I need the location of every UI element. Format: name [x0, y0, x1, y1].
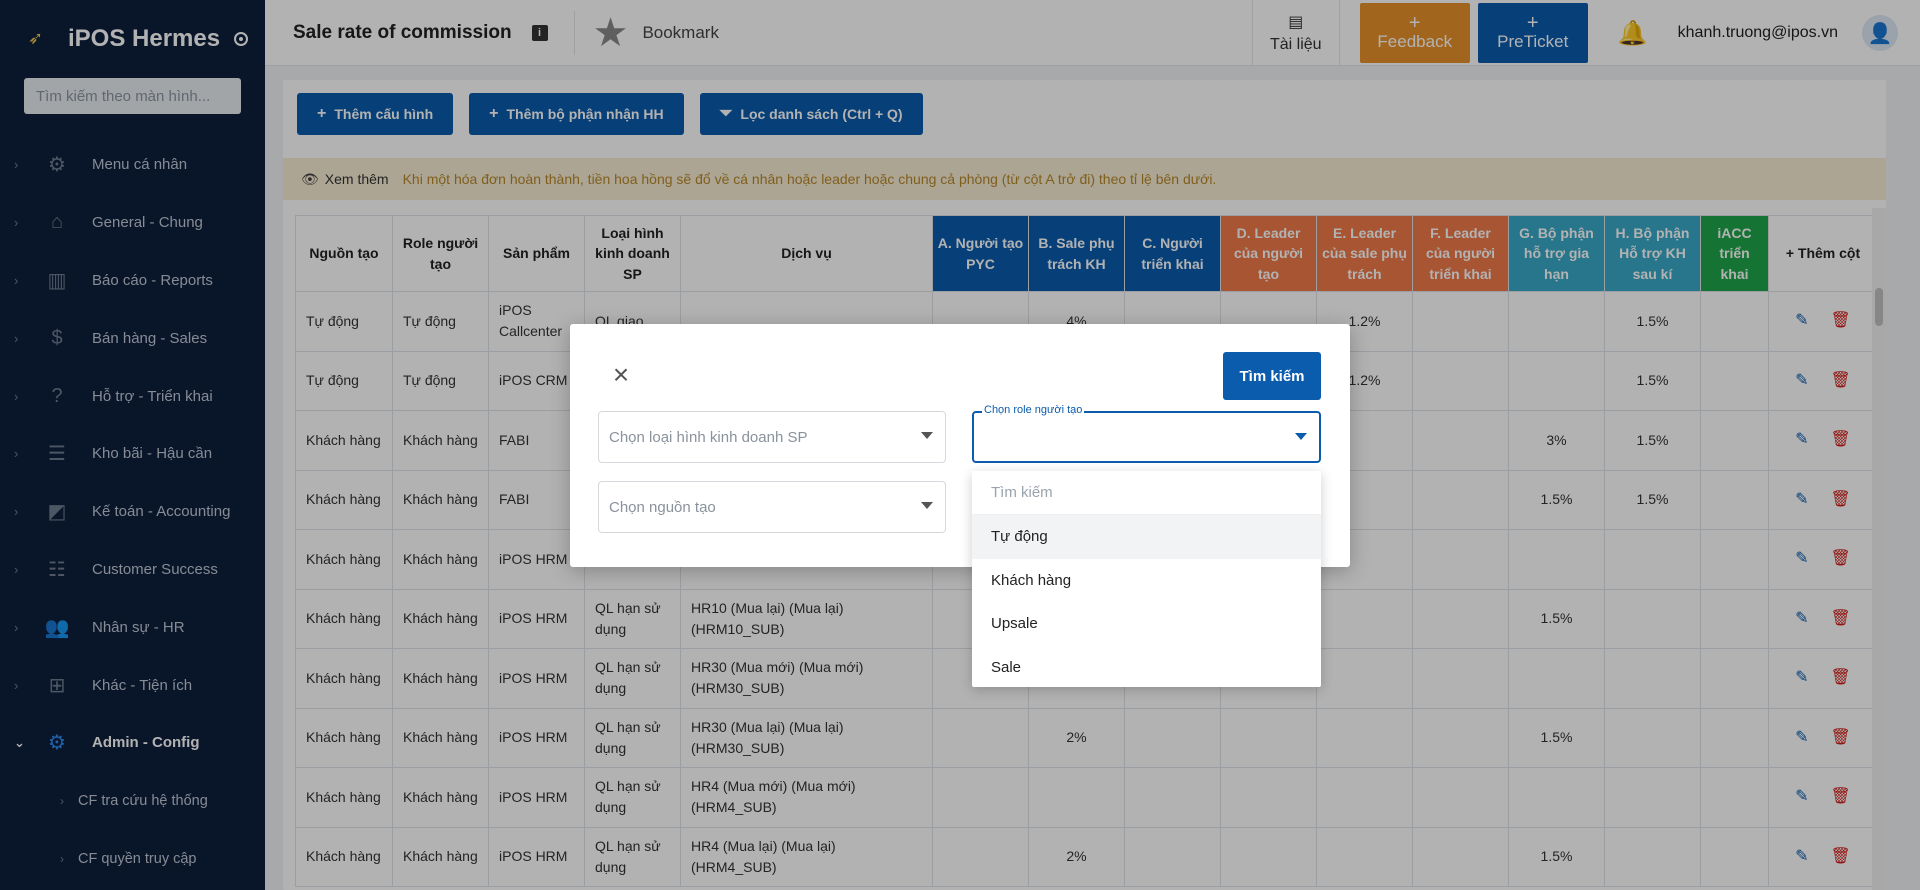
role-select[interactable]: Chọn role người tạo: [972, 404, 1321, 463]
role-select-label: Chọn role người tạo: [982, 404, 1085, 416]
dropdown-option[interactable]: Khách hàng: [972, 559, 1321, 603]
source-select[interactable]: Chọn nguồn tạo: [598, 481, 946, 533]
business-type-placeholder: Chọn loại hình kinh doanh SP: [609, 428, 808, 446]
business-type-select[interactable]: Chọn loại hình kinh doanh SP: [598, 411, 946, 463]
caret-down-icon: [921, 502, 933, 509]
dropdown-option[interactable]: Sale: [972, 646, 1321, 690]
dropdown-option[interactable]: Tự động: [972, 515, 1321, 559]
dropdown-option[interactable]: Upsale: [972, 602, 1321, 646]
caret-down-icon: [1295, 433, 1307, 440]
search-button[interactable]: Tìm kiếm: [1223, 352, 1321, 400]
role-dropdown-menu: Tìm kiếm Tự động Khách hàng Upsale Sale: [972, 471, 1321, 687]
source-placeholder: Chọn nguồn tạo: [609, 498, 716, 516]
close-icon[interactable]: ×: [610, 361, 632, 389]
caret-down-icon: [921, 432, 933, 439]
dropdown-search-input[interactable]: Tìm kiếm: [972, 471, 1321, 515]
